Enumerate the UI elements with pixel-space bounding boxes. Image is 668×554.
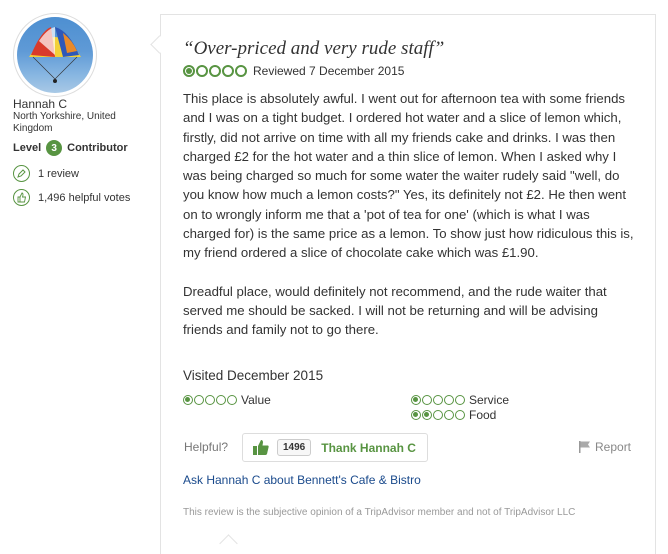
flag-icon: [579, 441, 590, 453]
rating-bubble-empty: [209, 65, 221, 77]
pencil-review-icon: [13, 165, 30, 182]
thumbs-up-icon: [253, 440, 269, 455]
reviewer-location: North Yorkshire, United Kingdom: [13, 111, 116, 134]
helpful-votes-row[interactable]: 1,496 helpful votes: [13, 189, 130, 206]
review-date: Reviewed 7 December 2015: [253, 64, 405, 78]
rating-bubble-empty: [433, 410, 443, 420]
sub-rating-label: Food: [469, 408, 497, 422]
thank-count: 1496: [277, 439, 312, 456]
rating-bubble-empty: [196, 65, 208, 77]
rating-bubble-empty: [222, 65, 234, 77]
reviewer-name[interactable]: Hannah C: [13, 97, 67, 111]
level-suffix: Contributor: [67, 142, 128, 154]
service-rating-bubbles: [411, 395, 466, 405]
review-paragraph: Dreadful place, would definitely not rec…: [183, 283, 607, 338]
rating-bubble-empty: [194, 395, 204, 405]
rating-bubble-empty: [444, 410, 454, 420]
helpful-label: Helpful?: [184, 440, 229, 454]
rating-bubbles: [183, 65, 248, 77]
reviewer-level: Level 3 Contributor: [13, 140, 128, 156]
food-rating-bubbles: [411, 410, 466, 420]
rating-bubble-empty: [455, 410, 465, 420]
report-button[interactable]: Report: [579, 440, 631, 454]
rating-bubble-filled: [183, 65, 195, 77]
rating-bubble-empty: [444, 395, 454, 405]
thumbs-up-icon: [13, 189, 30, 206]
sub-rating-value: Value: [183, 393, 271, 407]
thank-button[interactable]: 1496 Thank Hannah C: [242, 433, 428, 462]
sub-rating-service: Service: [411, 393, 509, 407]
review-count: 1 review: [38, 167, 79, 180]
review-title[interactable]: “Over-priced and very rude staff”: [183, 38, 444, 60]
parasail-image: [29, 27, 81, 83]
level-badge: 3: [46, 140, 63, 156]
avatar-frame[interactable]: [13, 13, 97, 97]
sub-rating-label: Value: [241, 393, 271, 407]
review-count-row[interactable]: 1 review: [13, 165, 79, 182]
rating-bubble-filled: [183, 395, 193, 405]
thank-label: Thank Hannah C: [321, 440, 416, 455]
sub-rating-food: Food: [411, 408, 496, 422]
rating-bubble-filled: [411, 395, 421, 405]
sub-rating-label: Service: [469, 393, 510, 407]
review-rating-row: Reviewed 7 December 2015: [183, 64, 404, 78]
helpful-votes: 1,496 helpful votes: [38, 191, 131, 204]
ask-reviewer-link[interactable]: Ask Hannah C about Bennett's Cafe & Bist…: [183, 473, 421, 487]
avatar[interactable]: [17, 17, 93, 93]
review-disclaimer: This review is the subjective opinion of…: [183, 507, 576, 518]
rating-bubble-empty: [227, 395, 237, 405]
visited-date: Visited December 2015: [183, 368, 324, 383]
rating-bubble-empty: [422, 395, 432, 405]
value-rating-bubbles: [183, 395, 238, 405]
report-label: Report: [595, 440, 632, 454]
rating-bubble-empty: [216, 395, 226, 405]
rating-bubble-empty: [205, 395, 215, 405]
rating-bubble-filled: [422, 410, 432, 420]
rating-bubble-empty: [235, 65, 247, 77]
rating-bubble-empty: [433, 395, 443, 405]
review-paragraph: This place is absolutely awful. I went o…: [183, 91, 634, 261]
level-prefix: Level: [13, 142, 42, 154]
rating-bubble-empty: [455, 395, 465, 405]
review-body: This place is absolutely awful. I went o…: [183, 89, 638, 359]
rating-bubble-filled: [411, 410, 421, 420]
